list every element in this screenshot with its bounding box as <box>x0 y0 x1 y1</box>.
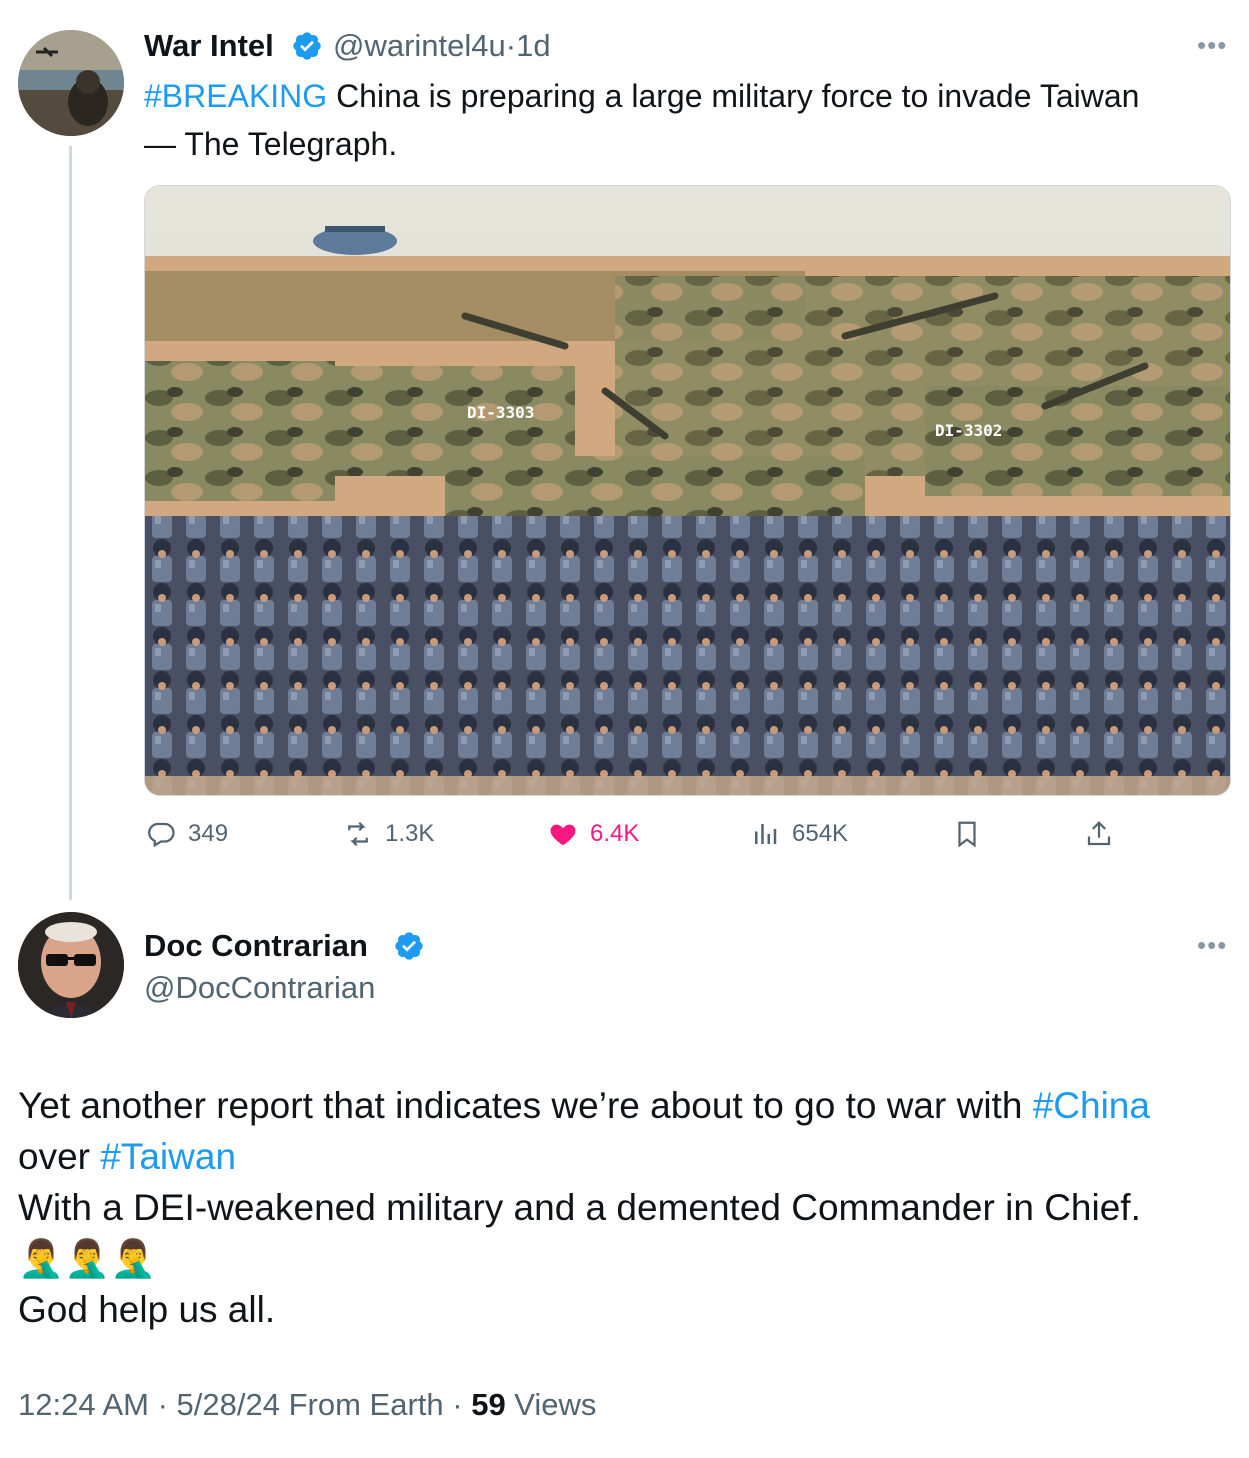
reply-text-segment: over <box>18 1136 101 1177</box>
post-source: From Earth <box>279 1387 444 1422</box>
heart-filled-icon <box>550 824 576 846</box>
facepalm-emoji-icon: 🤦‍♂️🤦‍♂️🤦‍♂️ <box>18 1238 157 1279</box>
author-handle[interactable]: @warintel4u <box>333 28 506 63</box>
more-options-icon[interactable]: ••• <box>1197 930 1227 961</box>
reply-author-handle[interactable]: @DocContrarian <box>144 970 375 1006</box>
svg-text:DI-3303: DI-3303 <box>467 403 534 422</box>
bookmark-icon <box>958 821 976 848</box>
reply-text-segment: Yet another report that indicates we’re … <box>18 1085 1033 1126</box>
military-parade-photo-icon: DI-3303 DI-3302 <box>145 186 1230 795</box>
like-count: 6.4K <box>590 820 640 847</box>
reply-text-line-3: With a DEI-weakened military and a demen… <box>18 1187 1141 1228</box>
views-label: Views <box>505 1387 597 1422</box>
post-date[interactable]: 5/28/24 <box>177 1387 280 1422</box>
timestamp[interactable]: 1d <box>516 28 550 63</box>
tweet-text-body: China is preparing a large military forc… <box>327 78 1140 114</box>
tweet-text-line-1: #BREAKING China is preparing a large mil… <box>144 72 1139 120</box>
author-avatar-doc-contrarian[interactable] <box>18 912 124 1018</box>
reply-icon <box>148 822 175 848</box>
tweet-text-line-2: — The Telegraph. <box>144 126 398 162</box>
reply-author-name[interactable]: Doc Contrarian <box>144 928 368 964</box>
hashtag-taiwan[interactable]: #Taiwan <box>100 1136 236 1177</box>
repost-button[interactable]: 1.3K <box>343 818 434 850</box>
share-upload-icon <box>1087 821 1111 846</box>
author-avatar-war-intel[interactable] <box>18 30 124 136</box>
views-button[interactable]: 654K <box>750 818 848 850</box>
verified-badge-icon <box>293 32 321 60</box>
reply-count: 349 <box>188 820 229 847</box>
views-count: 654K <box>792 820 849 847</box>
reply-text-line-1: Yet another report that indicates we’re … <box>18 1080 1150 1131</box>
analytics-bars-icon <box>755 824 777 844</box>
hashtag-china[interactable]: #China <box>1033 1085 1150 1126</box>
repost-icon <box>348 821 368 847</box>
thread-connector <box>69 146 72 900</box>
share-button[interactable] <box>1084 818 1126 850</box>
bookmark-button[interactable] <box>952 818 994 850</box>
author-name[interactable]: War Intel <box>144 28 274 64</box>
repost-count: 1.3K <box>385 820 435 847</box>
more-options-icon[interactable]: ••• <box>1197 30 1227 61</box>
svg-text:DI-3302: DI-3302 <box>935 421 1002 440</box>
reply-text-line-2: over #Taiwan <box>18 1131 236 1182</box>
tweet-metadata: 12:24 AM · 5/28/24 From Earth · 59 Views <box>18 1387 596 1423</box>
hashtag-breaking[interactable]: #BREAKING <box>144 78 327 114</box>
time-separator: · <box>505 28 517 63</box>
like-button[interactable]: 6.4K <box>548 818 639 850</box>
views-number: 59 <box>471 1387 506 1422</box>
tweet-media-photo[interactable]: DI-3303 DI-3302 <box>144 185 1231 796</box>
verified-badge-icon <box>395 932 423 960</box>
reply-button[interactable]: 349 <box>146 818 228 850</box>
post-time[interactable]: 12:24 AM <box>18 1387 149 1422</box>
separator: · <box>443 1387 472 1422</box>
reply-text-line-5: God help us all. <box>18 1289 276 1330</box>
separator: · <box>148 1387 177 1422</box>
